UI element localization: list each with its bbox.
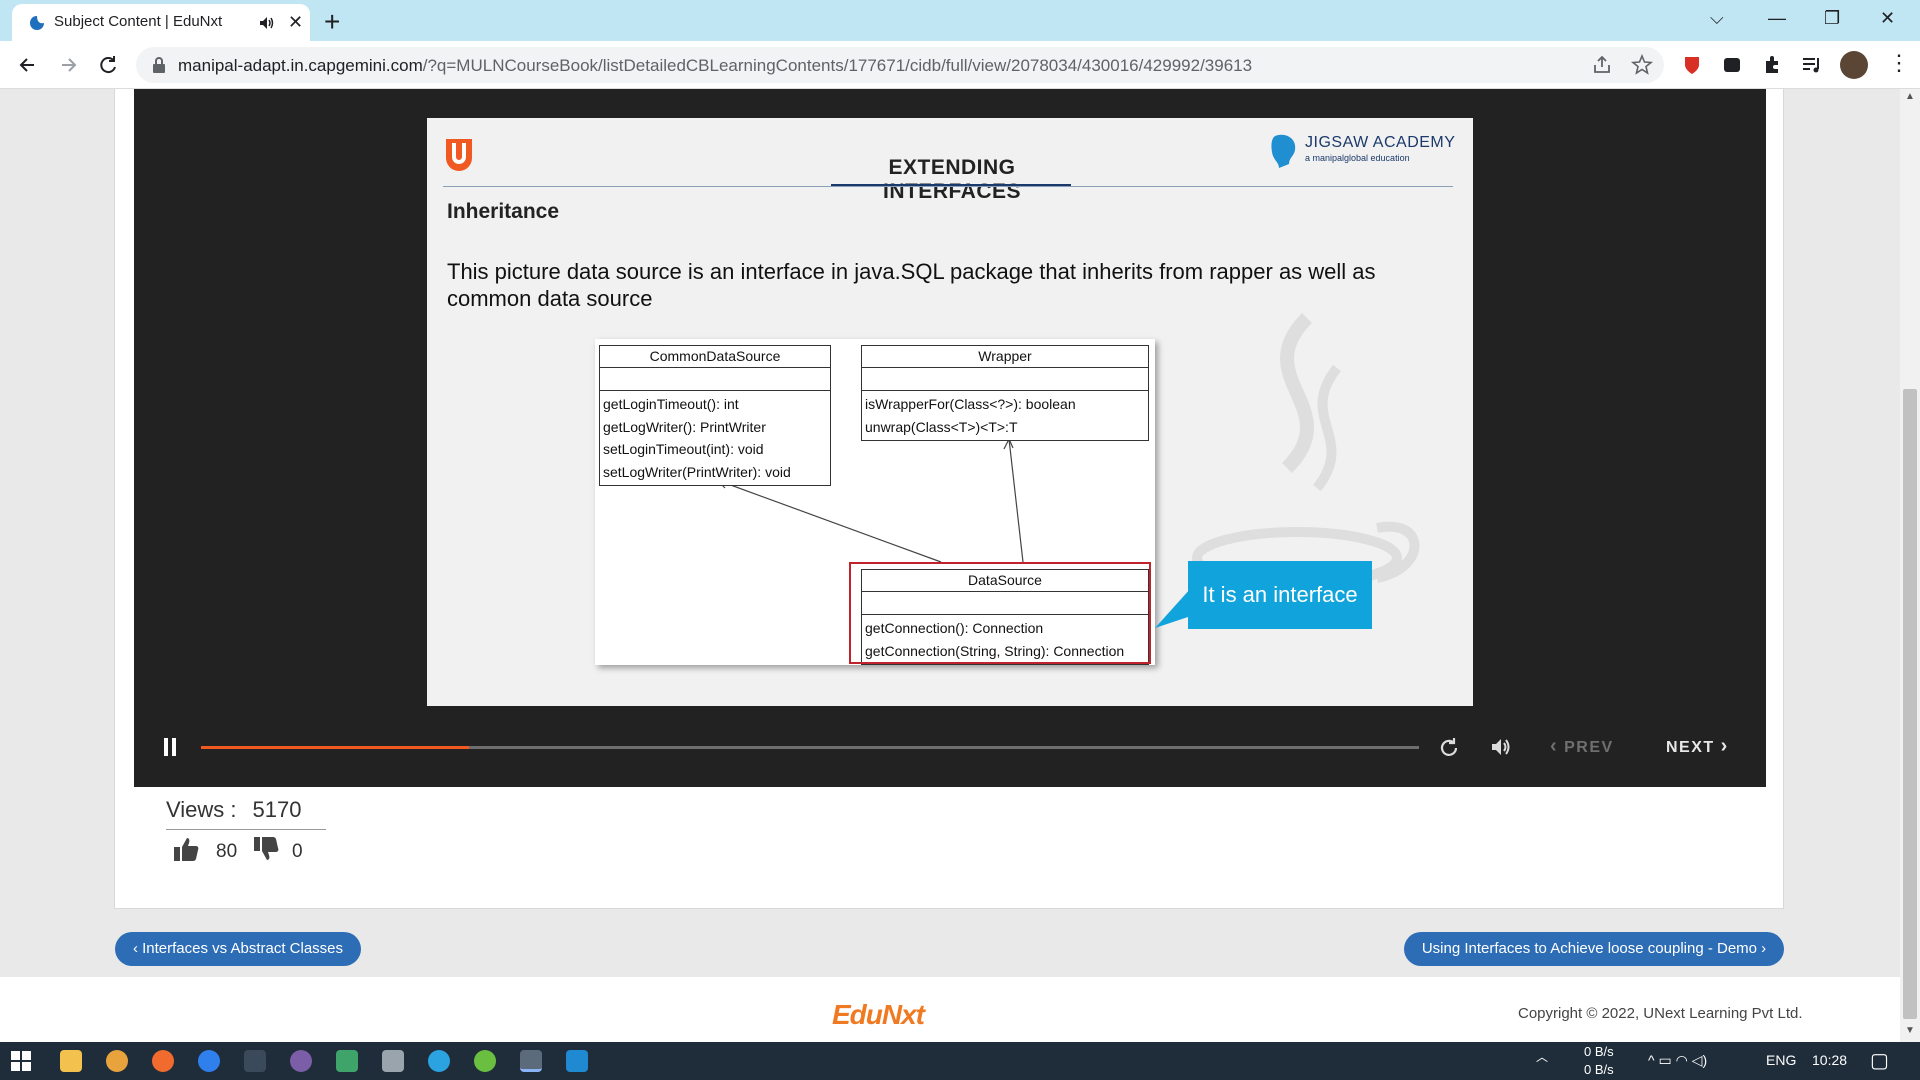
tray-battery-wifi-icons[interactable]: ^ ▭ ◠ ◁) (1648, 1052, 1707, 1069)
tab-search-icon[interactable]: ⌵ (1710, 8, 1724, 29)
interface-callout: It is an interface (1188, 561, 1372, 629)
views-label: Views : (166, 797, 237, 822)
uml-diagram: CommonDataSource getLoginTimeout(): int … (595, 339, 1155, 665)
app-lime-icon[interactable] (474, 1050, 496, 1072)
browser-tab-strip: Subject Content | EduNxt ✕ + ⌵ — ❐ ✕ (0, 0, 1920, 41)
tray-chevron-up-icon[interactable]: ︿ (1536, 1048, 1548, 1065)
app-green-icon[interactable] (336, 1050, 358, 1072)
copyright-text: Copyright © 2022, UNext Learning Pvt Ltd… (1518, 1005, 1803, 1022)
close-window-icon[interactable]: ✕ (1880, 8, 1895, 29)
app-pen-icon[interactable] (244, 1050, 266, 1072)
views-count: 5170 (252, 797, 302, 822)
edunxt-favicon-icon (30, 16, 44, 30)
volume-icon[interactable] (1490, 736, 1512, 758)
scroll-up-icon[interactable]: ▲ (1905, 91, 1915, 102)
page-scrollbar[interactable]: ▲ ▼ (1900, 89, 1920, 1042)
views-counter: Views : 5170 (166, 797, 326, 830)
url-text[interactable]: manipal-adapt.in.capgemini.com/?q=MULNCo… (178, 56, 1252, 76)
chevron-right-icon: › (1720, 735, 1729, 757)
uml-operation: unwrap(Class<T>)<T>:T (865, 418, 1018, 435)
windows-start-icon[interactable] (10, 1050, 32, 1072)
uml-operation: isWrapperFor(Class<?>): boolean (865, 396, 1076, 412)
next-button[interactable]: NEXT › (1666, 735, 1729, 758)
scrollbar-thumb[interactable] (1903, 389, 1917, 1019)
player-controls: ‹ PREV NEXT › (134, 719, 1766, 779)
jigsaw-academy-logo: JIGSAW ACADEMY a manipalglobal education (1267, 132, 1457, 172)
interface-highlight-box (849, 562, 1151, 664)
database-icon[interactable] (382, 1050, 404, 1072)
new-tab-icon[interactable]: + (324, 6, 340, 38)
back-icon[interactable] (14, 51, 42, 79)
clock[interactable]: 10:28 (1812, 1052, 1847, 1068)
prev-label: PREV (1564, 739, 1614, 756)
menu-icon[interactable]: ⋮ (1888, 51, 1912, 75)
minimize-icon[interactable]: — (1768, 8, 1786, 29)
notification-icon[interactable]: ▢ (1870, 1048, 1889, 1073)
slide-subtitle: Inheritance (447, 200, 560, 223)
share-icon[interactable] (1590, 53, 1614, 77)
class-common-data-source: CommonDataSource getLoginTimeout(): int … (599, 345, 831, 486)
eclipse-icon[interactable] (290, 1050, 312, 1072)
video-player[interactable]: EXTENDING INTERFACES JIGSAW ACADEMY a ma… (134, 89, 1766, 787)
reload-icon[interactable] (94, 51, 122, 79)
close-tab-icon[interactable]: ✕ (288, 13, 303, 31)
prev-button[interactable]: ‹ PREV (1550, 735, 1614, 758)
chevron-left-icon: ‹ (1550, 735, 1559, 757)
progress-bar[interactable] (201, 746, 1419, 749)
net-download: 0 B/s (1584, 1062, 1614, 1077)
address-bar[interactable]: manipal-adapt.in.capgemini.com/?q=MULNCo… (136, 47, 1664, 83)
extensions-icon[interactable] (1760, 53, 1784, 77)
app-orange-icon[interactable] (152, 1050, 174, 1072)
media-queue-icon[interactable] (1800, 53, 1824, 77)
slide-frame: EXTENDING INTERFACES JIGSAW ACADEMY a ma… (427, 118, 1473, 706)
uml-operation: getLogWriter(): PrintWriter (603, 418, 766, 435)
replay-icon[interactable] (1438, 736, 1460, 758)
restore-icon[interactable]: ❐ (1824, 8, 1840, 29)
net-upload: 0 B/s (1584, 1044, 1614, 1059)
bookmark-star-icon[interactable] (1630, 53, 1654, 77)
thumbs-down-icon[interactable] (252, 835, 280, 863)
callout-pointer (1155, 588, 1191, 628)
next-lesson-button[interactable]: Using Interfaces to Achieve loose coupli… (1404, 932, 1784, 966)
progress-fill (201, 746, 469, 749)
extension-puzzle-icon[interactable] (1720, 53, 1744, 77)
likes-count: 80 (216, 841, 238, 862)
vscode-icon[interactable] (566, 1050, 588, 1072)
pause-icon[interactable] (162, 737, 178, 757)
file-explorer-icon[interactable] (60, 1050, 82, 1072)
thumbs-up-icon[interactable] (172, 835, 200, 863)
uml-operation: setLogWriter(PrintWriter): void (603, 463, 791, 480)
unext-logo-icon (446, 139, 472, 171)
class-wrapper: Wrapper isWrapperFor(Class<?>): boolean … (861, 345, 1149, 441)
chrome-active-icon[interactable] (520, 1050, 542, 1072)
dislikes-count: 0 (292, 841, 303, 862)
edunxt-footer-logo: EduNxt (832, 999, 925, 1030)
uml-operation: setLoginTimeout(int): void (603, 441, 764, 457)
jigsaw-head-icon (1271, 134, 1296, 168)
audio-playing-icon[interactable] (258, 14, 276, 32)
chrome-icon[interactable] (106, 1050, 128, 1072)
language-indicator[interactable]: ENG (1766, 1052, 1796, 1068)
browser-tab[interactable]: Subject Content | EduNxt ✕ (12, 4, 310, 41)
app-blue-icon[interactable] (198, 1050, 220, 1072)
telegram-icon[interactable] (428, 1050, 450, 1072)
extension-shield-icon[interactable] (1680, 53, 1704, 77)
tab-title: Subject Content | EduNxt (54, 13, 223, 30)
browser-toolbar: manipal-adapt.in.capgemini.com/?q=MULNCo… (0, 41, 1920, 89)
lock-icon[interactable] (152, 57, 166, 73)
windows-taskbar: ︿ 0 B/s 0 B/s ^ ▭ ◠ ◁) ENG 10:28 ▢ (0, 1042, 1920, 1080)
next-label: NEXT (1666, 739, 1715, 756)
forward-icon[interactable] (54, 51, 82, 79)
page-content: EXTENDING INTERFACES JIGSAW ACADEMY a ma… (0, 89, 1900, 1042)
slide-title: EXTENDING INTERFACES (882, 156, 1021, 203)
prev-lesson-button[interactable]: ‹ Interfaces vs Abstract Classes (115, 932, 361, 966)
scroll-down-icon[interactable]: ▼ (1905, 1025, 1915, 1036)
profile-avatar[interactable] (1840, 51, 1868, 79)
uml-operation: getLoginTimeout(): int (603, 396, 739, 412)
slide-divider (443, 186, 1453, 187)
